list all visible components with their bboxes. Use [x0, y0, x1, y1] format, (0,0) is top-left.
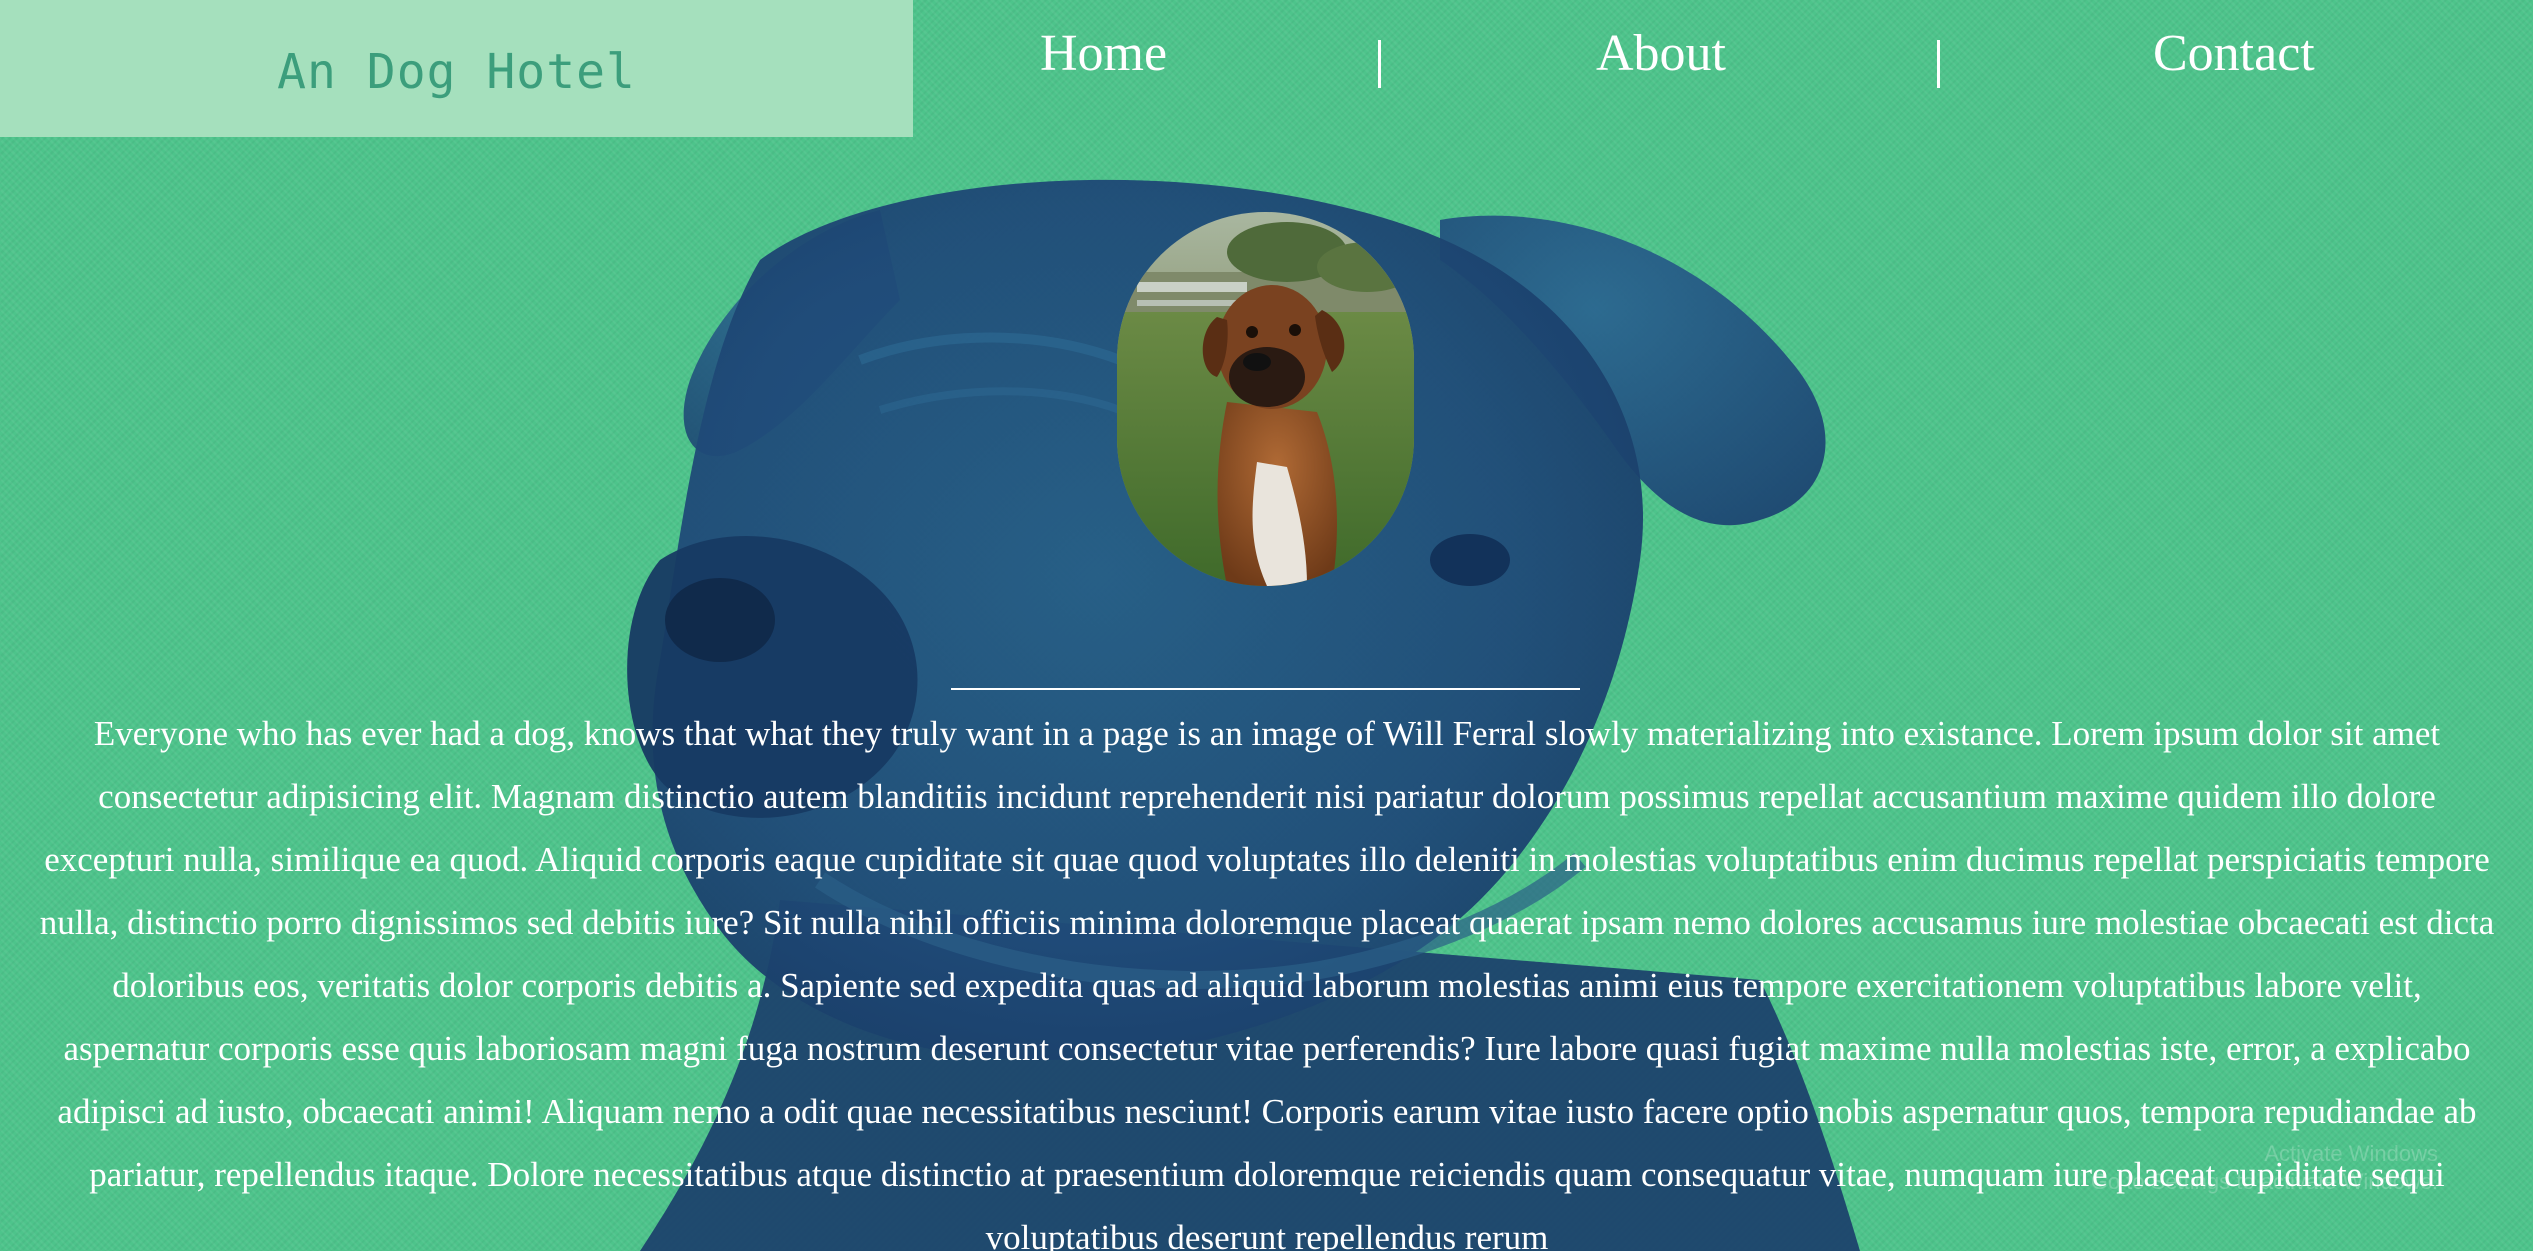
- nav-link-contact[interactable]: Contact: [2153, 28, 2315, 80]
- boxer-dog-photo: [1117, 212, 1414, 586]
- nav-separator: [1378, 40, 1381, 88]
- nav-separator: [1937, 40, 1940, 88]
- brand-logo[interactable]: An Dog Hotel: [0, 0, 913, 137]
- watermark-title: Activate Windows: [2264, 1141, 2438, 1166]
- brand-name: An Dog Hotel: [277, 43, 636, 100]
- nav-link-about[interactable]: About: [1596, 28, 1726, 80]
- watermark-subtitle: Go to Settings to activate Windows.: [2090, 1169, 2438, 1194]
- section-divider: [951, 688, 1580, 690]
- site-header: An Dog Hotel Home About Contact: [0, 0, 2533, 137]
- nav-link-home[interactable]: Home: [1040, 28, 1167, 80]
- main-nav: Home About Contact: [913, 0, 2533, 137]
- windows-activation-watermark: Activate Windows Go to Settings to activ…: [2091, 1140, 2438, 1196]
